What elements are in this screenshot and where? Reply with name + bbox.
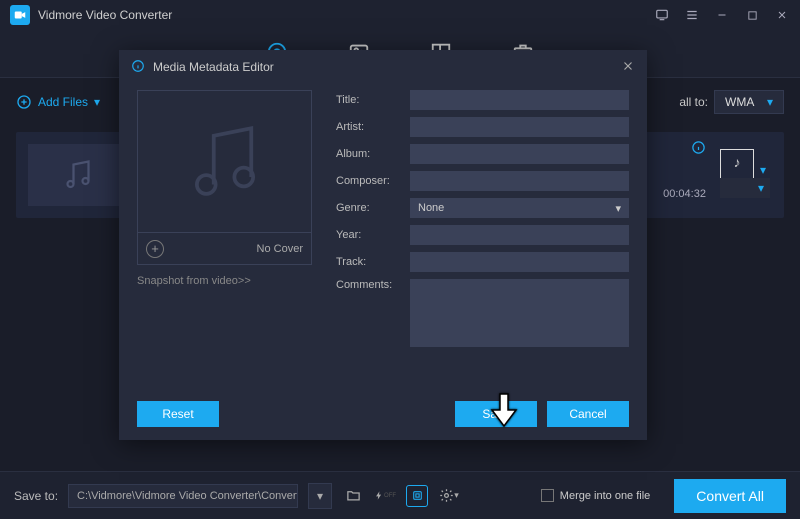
annotation-arrow-icon [490,392,518,431]
feedback-icon[interactable] [654,7,670,23]
input-comments[interactable] [410,279,629,347]
select-genre[interactable]: None▾ [410,198,629,218]
merge-label: Merge into one file [560,490,651,502]
input-year[interactable] [410,225,629,245]
chevron-down-icon[interactable]: ▾ [760,163,766,177]
maximize-button[interactable] [744,7,760,23]
bottom-bar: Save to: C:\Vidmore\Vidmore Video Conver… [0,471,800,519]
chevron-down-icon: ▾ [767,95,773,109]
settings-icon[interactable]: ▾ [438,485,460,507]
file-duration: 00:04:32 [663,188,706,200]
add-files-label: Add Files [38,95,88,109]
input-artist[interactable] [410,117,629,137]
minimize-button[interactable] [714,7,730,23]
output-format-dropdown[interactable]: WMA ▾ [714,90,784,114]
metadata-editor-modal: Media Metadata Editor + No Cover Snapsho… [119,50,647,440]
output-format-value: WMA [725,95,754,109]
input-album[interactable] [410,144,629,164]
save-path-input[interactable]: C:\Vidmore\Vidmore Video Converter\Conve… [68,484,298,508]
app-title: Vidmore Video Converter [38,8,654,22]
convert-all-to: all to: WMA ▾ [679,90,784,114]
cancel-button[interactable]: Cancel [547,401,629,427]
label-comments: Comments: [336,279,402,291]
info-icon [131,59,145,76]
chevron-down-icon: ▾ [615,202,621,215]
modal-title: Media Metadata Editor [153,60,274,74]
app-logo [10,5,30,25]
save-path-dropdown[interactable]: ▾ [308,483,332,509]
input-title[interactable] [410,90,629,110]
convert-all-to-label: all to: [679,95,708,109]
label-album: Album: [336,148,402,160]
input-composer[interactable] [410,171,629,191]
label-composer: Composer: [336,175,402,187]
add-cover-button[interactable]: + [146,240,164,258]
input-track[interactable] [410,252,629,272]
no-cover-label: No Cover [257,243,303,255]
save-to-label: Save to: [14,489,58,503]
row-chevron[interactable]: ▾ [720,178,770,198]
chevron-down-icon: ▾ [94,95,100,109]
gpu-accel-icon[interactable] [406,485,428,507]
modal-close-button[interactable] [621,59,635,76]
menu-icon[interactable] [684,7,700,23]
add-files-button[interactable]: Add Files ▾ [16,94,100,110]
titlebar: Vidmore Video Converter [0,0,800,30]
cover-placeholder-icon [138,91,311,232]
label-title: Title: [336,94,402,106]
merge-checkbox[interactable]: Merge into one file [541,489,651,502]
label-track: Track: [336,256,402,268]
label-year: Year: [336,229,402,241]
info-icon[interactable] [691,140,706,158]
reset-button[interactable]: Reset [137,401,219,427]
snapshot-link[interactable]: Snapshot from video>> [137,275,312,287]
high-speed-icon[interactable]: OFF [374,485,396,507]
convert-all-button[interactable]: Convert All [674,479,786,513]
cover-art-box: + No Cover [137,90,312,265]
checkbox-icon [541,489,554,502]
label-artist: Artist: [336,121,402,133]
close-button[interactable] [774,7,790,23]
file-thumbnail [28,144,128,206]
label-genre: Genre: [336,202,402,214]
open-folder-icon[interactable] [342,485,364,507]
